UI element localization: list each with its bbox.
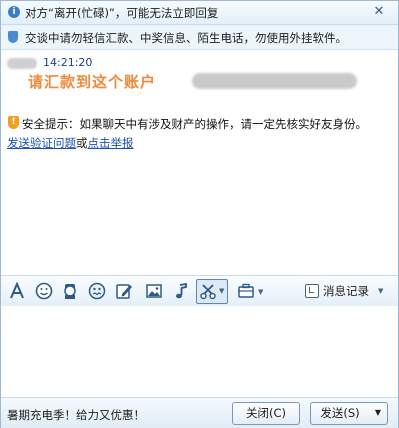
scissors-icon xyxy=(200,282,218,300)
chevron-down-icon[interactable]: ▼ xyxy=(258,288,263,296)
screenshot-button[interactable]: ▼ xyxy=(196,279,228,304)
link-separator: 或 xyxy=(76,136,88,150)
image-icon[interactable] xyxy=(144,281,164,301)
message-time: 14:21:20 xyxy=(43,56,93,69)
message-history-label: 消息记录 xyxy=(323,284,369,298)
account-redacted xyxy=(192,73,357,89)
promo-text[interactable]: 暑期充电季！给力又优惠！ xyxy=(7,407,145,423)
warning-notice-bar: 交谈中请勿轻信汇款、中奖信息、陌生电话，勿使用外挂软件。 xyxy=(1,25,398,50)
warning-notice-text: 交谈中请勿轻信汇款、中奖信息、陌生电话，勿使用外挂软件。 xyxy=(25,31,347,45)
message-text: 请汇款到这个账户 xyxy=(28,73,157,91)
input-toolbar: ▼ ▼ 消息记录 ▼ xyxy=(1,275,398,307)
send-verification-link[interactable]: 发送验证问题 xyxy=(7,136,76,150)
message-input[interactable] xyxy=(1,306,398,396)
avatar-icon[interactable] xyxy=(60,281,80,301)
sender-name-redacted xyxy=(7,58,37,69)
send-options-button[interactable]: ▼ xyxy=(369,402,388,425)
shake-icon[interactable] xyxy=(87,281,107,301)
report-link[interactable]: 点击举报 xyxy=(88,136,134,150)
chevron-down-icon: ▼ xyxy=(378,287,384,295)
font-icon[interactable] xyxy=(7,281,27,301)
emoji-icon[interactable] xyxy=(34,281,54,301)
chevron-down-icon: ▼ xyxy=(219,287,225,295)
music-icon[interactable] xyxy=(171,281,191,301)
send-button[interactable]: 发送(S) xyxy=(310,402,370,425)
info-icon: i xyxy=(8,6,20,18)
screenshot-icon[interactable] xyxy=(236,281,256,301)
close-button[interactable]: 关闭(C) xyxy=(232,402,300,425)
message-history-button[interactable]: 消息记录 ▼ xyxy=(304,283,389,301)
warning-shield-icon: ! xyxy=(8,116,19,129)
status-notice-bar: i 对方“离开(忙碌)”，可能无法立即回复 ✕ xyxy=(1,1,398,25)
safety-links: 发送验证问题或点击举报 xyxy=(7,135,134,151)
close-notice-icon[interactable]: ✕ xyxy=(372,5,386,19)
safety-tip-text: 安全提示：如果聊天中有涉及财产的操作，请一定先核实好友身份。 xyxy=(22,117,367,131)
status-notice-text: 对方“离开(忙碌)”，可能无法立即回复 xyxy=(25,6,219,20)
edit-icon[interactable] xyxy=(114,281,134,301)
history-icon xyxy=(305,284,319,298)
chat-window: i 对方“离开(忙碌)”，可能无法立即回复 ✕ 交谈中请勿轻信汇款、中奖信息、陌… xyxy=(0,0,399,428)
message-history[interactable]: 14:21:20 请汇款到这个账户 ! 安全提示：如果聊天中有涉及财产的操作，请… xyxy=(1,50,398,275)
bottom-bar: 暑期充电季！给力又优惠！ 关闭(C) 发送(S) ▼ xyxy=(1,397,398,428)
shield-icon xyxy=(8,31,18,43)
